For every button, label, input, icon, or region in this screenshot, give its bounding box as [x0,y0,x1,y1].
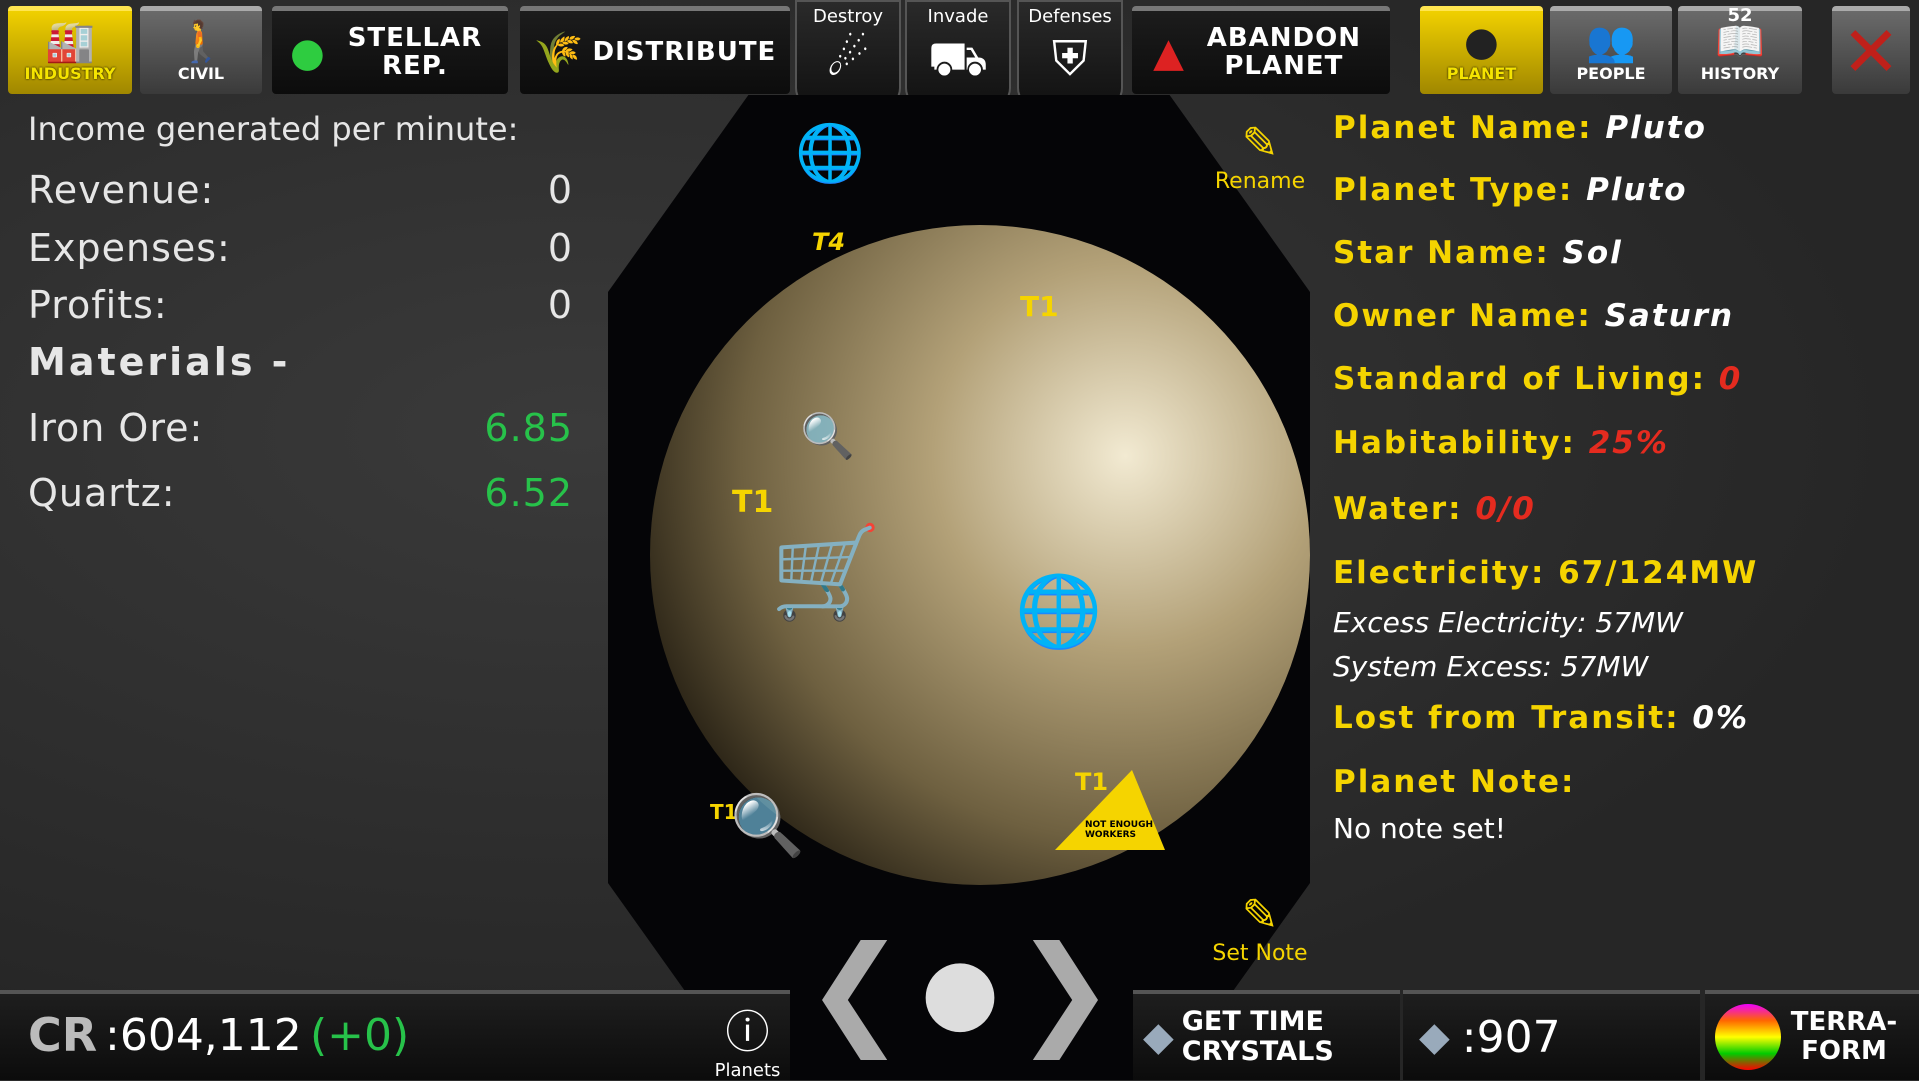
system-excess: System Excess: 57MW [1333,650,1649,683]
globe-icon[interactable]: 🌐 [1015,570,1102,653]
close-button[interactable]: ✕ [1832,6,1910,94]
civil-button[interactable]: 🚶 CIVIL [140,6,262,94]
planet-type: Planet Type: Pluto [1333,172,1688,208]
industry-button[interactable]: 🏭 INDUSTRY [8,6,132,94]
abandon-planet-button[interactable]: ▲ ABANDON PLANET [1132,6,1390,94]
mine-cart-icon[interactable]: 🛒 [770,520,882,625]
excess-electricity: Excess Electricity: 57MW [1333,606,1683,639]
building-tier-label: T1 [732,485,774,520]
time-crystals-count: ◆:907 [1403,990,1700,1080]
wheat-icon: 🌾 [533,29,585,76]
get-time-crystals-button[interactable]: ◆ GET TIME CRYSTALS [1133,990,1400,1080]
expenses-row: Expenses: 0 [28,226,573,270]
person-icon: 🚶 [176,19,226,66]
planet-name: Planet Name: Pluto [1333,110,1707,146]
history-button[interactable]: 52 📖 HISTORY [1678,6,1802,94]
income-title: Income generated per minute: [28,110,519,148]
revenue-row: Revenue: 0 [28,168,573,212]
rocket-icon: ▲ [1153,29,1185,76]
standard-of-living: Standard of Living: 0 [1333,361,1743,397]
set-note-button[interactable]: ✎ Set Note [1200,890,1320,966]
planet-icon: ● [1464,19,1499,66]
rename-button[interactable]: ✎ Rename [1210,118,1310,194]
terraform-button[interactable]: TERRA- FORM [1705,990,1919,1080]
globe-icon[interactable]: 🌐 [795,120,865,186]
next-planet-arrow[interactable]: ❯ [1014,921,1115,1060]
building-tier-label: T1 [1075,768,1109,796]
electricity: Electricity: 67/124MW [1333,555,1759,591]
search-icon[interactable]: 🔍 [730,790,805,861]
shield-icon: ⛨ [1051,31,1088,87]
edit-icon: ✎ [1241,118,1279,169]
book-icon: 📖 [1715,19,1765,66]
tab-destroy[interactable]: Destroy ☄ [795,0,901,108]
distribute-button[interactable]: 🌾 DISTRIBUTE [520,6,790,94]
stellar-rep-button[interactable]: ● STELLAR REP. [272,6,508,94]
lost-from-transit: Lost from Transit: 0% [1333,700,1750,736]
credits-icon: CR [28,1008,98,1062]
destroy-planet-icon: ☄ [826,31,870,87]
edit-icon: ✎ [1241,890,1279,941]
tab-defenses[interactable]: Defenses ⛨ [1017,0,1123,108]
info-icon: ⓘ [725,1007,770,1058]
owner-name: Owner Name: Saturn [1333,298,1735,334]
quartz-row: Quartz: 6.52 [28,471,573,515]
planets-button[interactable]: ⓘ Planets [700,996,795,1081]
previous-planet-arrow[interactable]: ❮ [805,921,906,1060]
close-icon: ✕ [1841,10,1901,93]
planet-button[interactable]: ● PLANET [1420,6,1543,94]
people-icon: 👥 [1586,19,1636,66]
planet-switcher: ❮ ● ❯ [805,900,1115,1080]
planet-surface[interactable] [650,225,1310,885]
tab-invade[interactable]: Invade ⛟ [905,0,1011,108]
planet-icon: ● [920,937,1000,1043]
credits-bar: CR :604,112 (+0) ⓘ Planets [0,990,790,1081]
rep-icon: ● [290,29,326,76]
people-button[interactable]: 👥 PEOPLE [1550,6,1672,94]
crystal-icon: ◆ [1419,1014,1450,1060]
search-icon[interactable]: 🔍 [800,410,855,462]
iron-ore-row: Iron Ore: 6.85 [28,406,573,450]
habitability: Habitability: 25% [1333,425,1669,461]
factory-icon: 🏭 [45,19,95,66]
star-name: Star Name: Sol [1333,235,1623,271]
planet-note: No note set! [1333,812,1506,845]
terraform-planet-icon [1715,1004,1781,1070]
history-badge: 52 [1727,5,1753,26]
building-tier-label: T4 [812,228,846,256]
materials-heading: Materials - [28,340,291,384]
building-tier-label: T1 [1020,290,1059,323]
water: Water: 0/0 [1333,491,1536,527]
tank-icon: ⛟ [927,31,989,87]
credits-delta: (+0) [310,1010,410,1061]
planet-note-label: Planet Note: [1333,764,1576,800]
profits-row: Profits: 0 [28,283,573,327]
credits-value: :604,112 [105,1010,302,1061]
crystal-icon: ◆ [1143,1014,1174,1060]
